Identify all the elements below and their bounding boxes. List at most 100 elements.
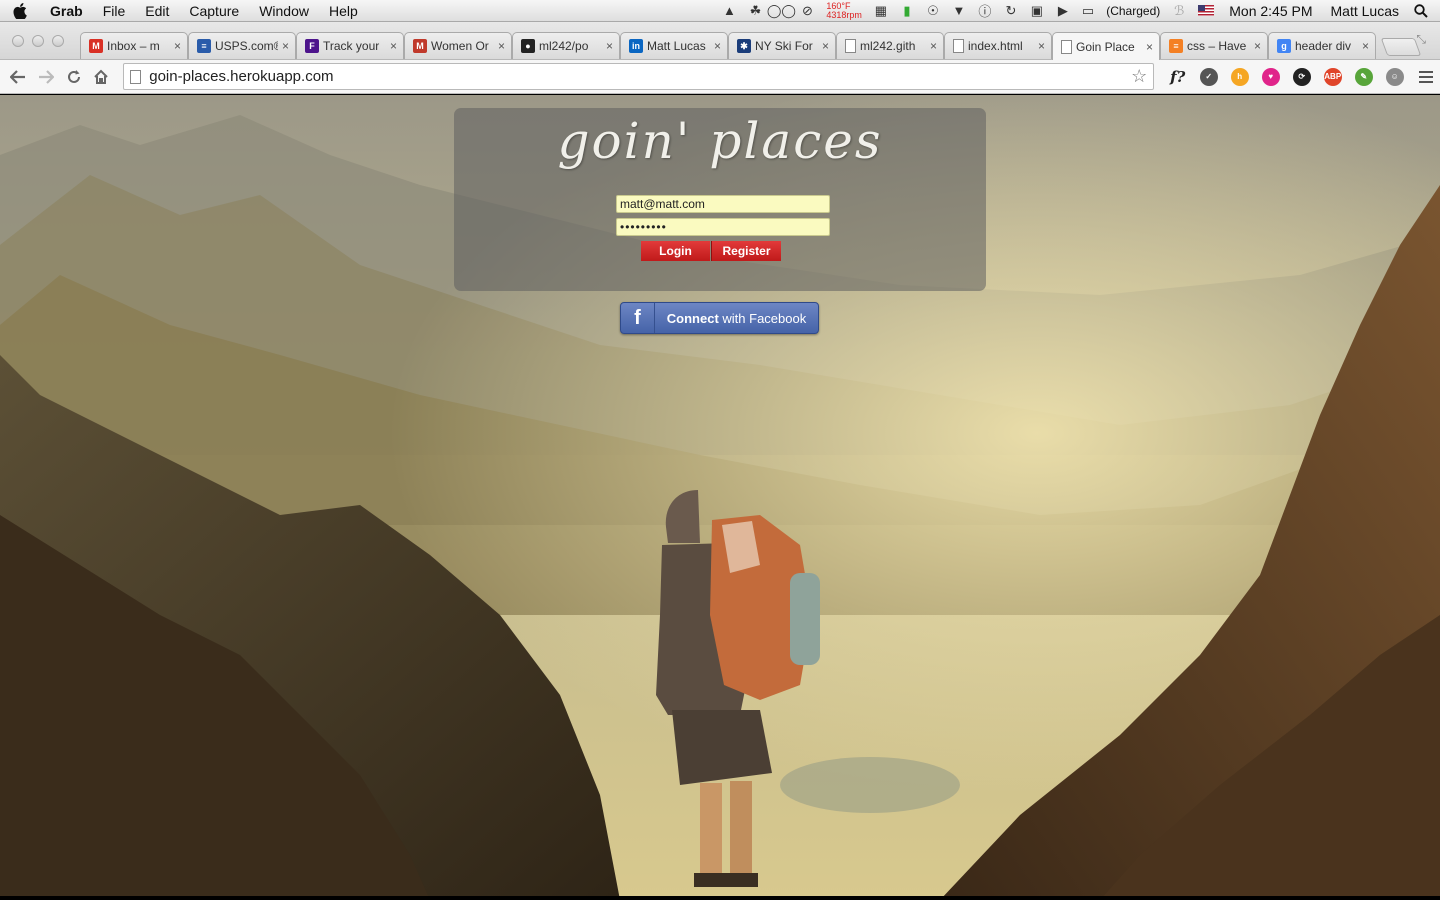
tab-title: USPS.com® bbox=[215, 39, 278, 53]
browser-tab[interactable]: ≡ USPS.com® × bbox=[188, 32, 296, 59]
linkedin-icon: in bbox=[629, 39, 643, 53]
menu-file[interactable]: File bbox=[93, 0, 136, 22]
tab-list: M Inbox – m × ≡ USPS.com® × F Track your × M Women… bbox=[80, 32, 1422, 60]
window-controls bbox=[12, 35, 64, 47]
browser-tab[interactable]: index.html × bbox=[944, 32, 1052, 59]
tab-title: NY Ski For bbox=[755, 39, 813, 53]
menu-help[interactable]: Help bbox=[319, 0, 368, 22]
minimize-window-button[interactable] bbox=[32, 35, 44, 47]
tab-title: Women Or bbox=[431, 39, 489, 53]
spotlight-search-icon[interactable] bbox=[1408, 0, 1434, 22]
adblock-extension-icon[interactable]: ABP bbox=[1317, 63, 1348, 91]
fquestion-extension-icon[interactable]: f? bbox=[1162, 63, 1193, 91]
ghostery-glyph: ☺ bbox=[1385, 67, 1404, 86]
close-window-button[interactable] bbox=[12, 35, 24, 47]
page-icon bbox=[953, 39, 964, 53]
close-tab-icon[interactable]: × bbox=[498, 39, 505, 53]
accessibility-icon[interactable]: ☉ bbox=[920, 0, 946, 22]
email-field[interactable] bbox=[616, 195, 830, 213]
address-bar[interactable]: goin-places.herokuapp.com ☆ bbox=[123, 63, 1155, 90]
browser-tab[interactable]: in Matt Lucas × bbox=[620, 32, 728, 59]
facebook-connect-label-prefix: Connect bbox=[666, 310, 719, 326]
new-tab-button[interactable] bbox=[1380, 38, 1422, 56]
menu-extras: ▲ ☘ ◯◯ ⊘ 160°F 4318rpm ▦ ▮ ☉ ▼ ⓘ ↻ ▣ ▶ ▭… bbox=[716, 0, 1440, 22]
menu-capture[interactable]: Capture bbox=[179, 0, 249, 22]
fquestion-glyph: f? bbox=[1170, 67, 1186, 86]
macos-menu-bar: Grab File Edit Capture Window Help ▲ ☘ ◯… bbox=[0, 0, 1440, 22]
pocket-extension-icon[interactable]: ✓ bbox=[1193, 63, 1224, 91]
pink-extension-icon[interactable]: ♥ bbox=[1255, 63, 1286, 91]
close-tab-icon[interactable]: × bbox=[174, 39, 181, 53]
home-button[interactable] bbox=[87, 63, 115, 91]
close-tab-icon[interactable]: × bbox=[1362, 39, 1369, 53]
close-tab-icon[interactable]: × bbox=[714, 39, 721, 53]
browser-tab[interactable]: ml242.gith × bbox=[836, 32, 944, 59]
bluetooth-icon[interactable]: ℬ bbox=[1166, 0, 1192, 22]
browser-tab[interactable]: g header div × bbox=[1268, 32, 1376, 59]
close-tab-icon[interactable]: × bbox=[390, 39, 397, 53]
address-bar-url[interactable]: goin-places.herokuapp.com bbox=[149, 68, 1131, 85]
close-tab-icon[interactable]: × bbox=[930, 39, 937, 53]
close-tab-icon[interactable]: × bbox=[1146, 40, 1153, 54]
close-tab-icon[interactable]: × bbox=[282, 39, 289, 53]
facebook-logo-icon: f bbox=[621, 303, 655, 333]
menu-edit[interactable]: Edit bbox=[135, 0, 179, 22]
menubar-clock[interactable]: Mon 2:45 PM bbox=[1220, 3, 1321, 19]
battery-icon[interactable]: ▭ bbox=[1076, 0, 1100, 22]
close-tab-icon[interactable]: × bbox=[606, 39, 613, 53]
input-source-flag-icon[interactable] bbox=[1198, 5, 1215, 16]
temperature-monitor[interactable]: 160°F 4318rpm bbox=[820, 1, 868, 20]
password-field[interactable] bbox=[616, 218, 830, 236]
fedex-icon: F bbox=[305, 39, 319, 53]
facebook-connect-button[interactable]: f Connect with Facebook bbox=[620, 302, 819, 334]
browser-tab[interactable]: M Women Or × bbox=[404, 32, 512, 59]
close-tab-icon[interactable]: × bbox=[1254, 39, 1261, 53]
evernote-extension-icon[interactable]: ✎ bbox=[1348, 63, 1379, 91]
time-machine-icon[interactable]: ↻ bbox=[998, 0, 1024, 22]
hat-icon[interactable]: ▲ bbox=[716, 0, 742, 22]
browser-tab[interactable]: F Track your × bbox=[296, 32, 404, 59]
extension-bar: f? ✓ h ♥ ⟳ ABP ✎ ☺ bbox=[1162, 63, 1410, 91]
login-button[interactable]: Login bbox=[641, 241, 710, 261]
cpu-meter-icon[interactable]: ▮ bbox=[894, 0, 920, 22]
honey-glyph: h bbox=[1230, 67, 1249, 86]
zoom-window-button[interactable] bbox=[52, 35, 64, 47]
volume-icon[interactable]: ▶ bbox=[1050, 0, 1076, 22]
battery-status[interactable]: (Charged) bbox=[1100, 4, 1166, 18]
forward-button[interactable] bbox=[32, 63, 60, 91]
ghostery-extension-icon[interactable]: ☺ bbox=[1379, 63, 1410, 91]
browser-tab[interactable]: ≡ css – Have × bbox=[1160, 32, 1268, 59]
reload-button[interactable] bbox=[60, 63, 88, 91]
memory-icon[interactable]: ▦ bbox=[868, 0, 894, 22]
menu-window[interactable]: Window bbox=[249, 0, 319, 22]
glasses-icon[interactable]: ◯◯ bbox=[767, 0, 796, 22]
browser-tab[interactable]: Goin Place × bbox=[1052, 32, 1160, 60]
register-button[interactable]: Register bbox=[711, 241, 781, 261]
chrome-menu-icon[interactable] bbox=[1412, 63, 1440, 91]
bookmark-star-icon[interactable]: ☆ bbox=[1131, 66, 1147, 87]
apple-menu-icon[interactable] bbox=[0, 2, 40, 19]
tab-title: index.html bbox=[968, 39, 1023, 53]
browser-tab[interactable]: ✱ NY Ski For × bbox=[728, 32, 836, 59]
honey-extension-icon[interactable]: h bbox=[1224, 63, 1255, 91]
close-tab-icon[interactable]: × bbox=[822, 39, 829, 53]
alert-icon[interactable]: ⓘ bbox=[972, 0, 998, 22]
back-button[interactable] bbox=[4, 63, 32, 91]
sync-extension-icon[interactable]: ⟳ bbox=[1286, 63, 1317, 91]
browser-tab[interactable]: ● ml242/po × bbox=[512, 32, 620, 59]
page-icon bbox=[845, 39, 856, 53]
wifi-icon[interactable]: ▼ bbox=[946, 0, 972, 22]
sync-glyph: ⟳ bbox=[1292, 67, 1311, 86]
browser-tab[interactable]: M Inbox – m × bbox=[80, 32, 188, 59]
app-menu-grab[interactable]: Grab bbox=[40, 0, 93, 22]
display-icon[interactable]: ▣ bbox=[1024, 0, 1050, 22]
close-tab-icon[interactable]: × bbox=[1038, 39, 1045, 53]
fan-speed-readout: 4318rpm bbox=[826, 9, 862, 20]
elephant-icon[interactable]: ☘ bbox=[742, 0, 768, 22]
fullscreen-icon[interactable]: ⤡ bbox=[1416, 32, 1426, 47]
window-bottom-edge bbox=[0, 896, 1440, 900]
no-sleep-icon[interactable]: ⊘ bbox=[794, 0, 820, 22]
fast-user-switch[interactable]: Matt Lucas bbox=[1322, 3, 1408, 19]
gmail-icon: M bbox=[89, 39, 103, 53]
pocket-glyph: ✓ bbox=[1199, 67, 1218, 86]
